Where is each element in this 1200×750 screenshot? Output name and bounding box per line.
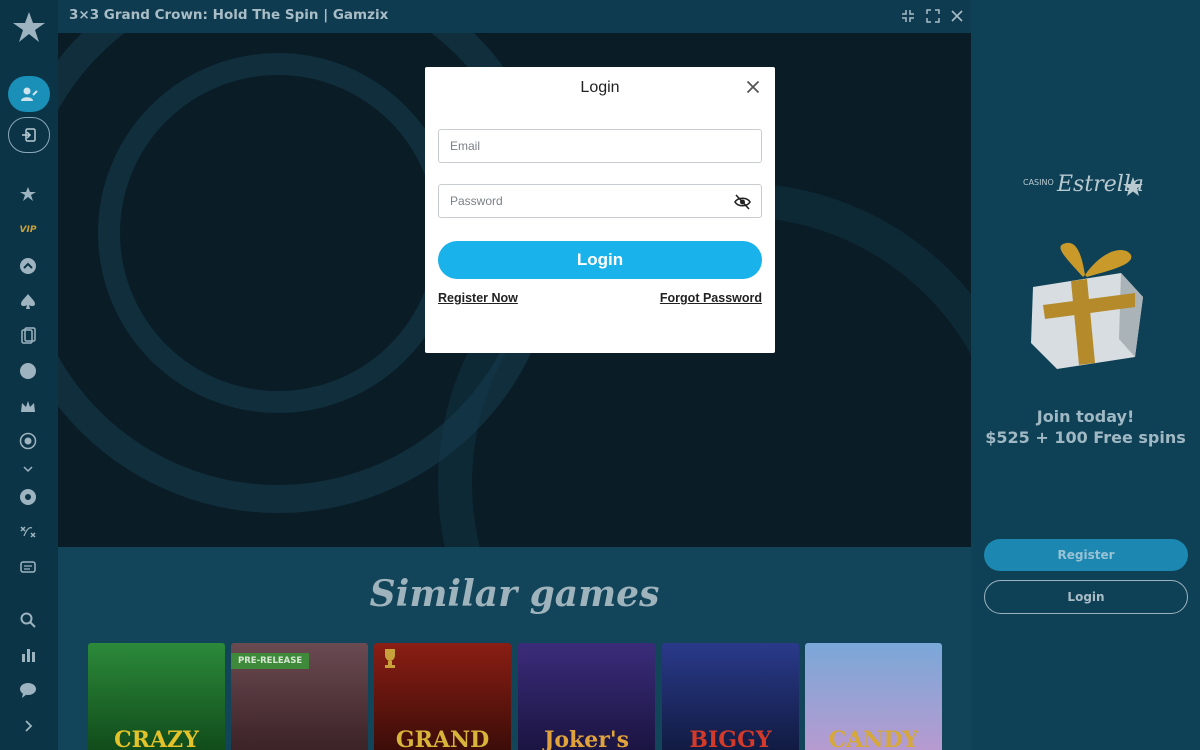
modal-title: Login — [580, 79, 620, 96]
password-field[interactable] — [438, 184, 762, 218]
game-tile-label: GRAND — [395, 727, 490, 750]
eye-slash-icon[interactable] — [734, 194, 751, 210]
roulette-icon[interactable] — [17, 430, 39, 452]
brand-star-icon — [1123, 177, 1143, 196]
vip-label: VIP — [19, 225, 37, 235]
pre-release-badge: PRE-RELEASE — [231, 653, 310, 669]
forgot-password-link[interactable]: Forgot Password — [660, 291, 762, 305]
game-tile-label: CRAZY — [114, 727, 199, 750]
gift-box-image — [1031, 242, 1143, 369]
game-tile[interactable]: Joker's — [518, 643, 655, 750]
game-tile[interactable]: BIGGY — [662, 643, 799, 750]
game-tile-label: CANDY — [828, 727, 919, 750]
soccer-icon[interactable] — [17, 486, 39, 508]
login-modal: Login Login Register Now Forgot Password — [425, 67, 775, 353]
game-tile[interactable]: CRAZY — [88, 643, 225, 750]
ticket-icon[interactable] — [17, 556, 39, 578]
left-sidebar: VIP — [0, 0, 58, 750]
login-button[interactable]: Login — [984, 580, 1188, 614]
email-input[interactable] — [439, 130, 761, 162]
login-submit-button[interactable]: Login — [438, 241, 762, 279]
register-button[interactable]: Register — [984, 539, 1188, 571]
game-tile-label: BIGGY — [689, 727, 772, 750]
promo-text: Join today! $525 + 100 Free spins — [971, 406, 1200, 448]
user-register-button[interactable] — [8, 76, 50, 112]
similar-games-section: Similar games CRAZY PRE-RELEASE GRAND Jo… — [58, 547, 971, 750]
stats-icon[interactable] — [17, 644, 39, 666]
register-now-link[interactable]: Register Now — [438, 291, 518, 305]
game-tile[interactable]: GRAND — [374, 643, 511, 750]
close-icon[interactable] — [746, 80, 760, 94]
spade-icon[interactable] — [17, 290, 39, 312]
game-header: 3×3 Grand Crown: Hold The Spin | Gamzix — [58, 0, 971, 33]
sign-in-icon — [22, 128, 36, 142]
up-arrow-icon[interactable] — [17, 255, 39, 277]
promo-headline: Join today! — [1036, 407, 1135, 426]
cards-icon[interactable] — [17, 325, 39, 347]
user-add-icon — [21, 87, 38, 101]
brand-prefix: CASINO — [1023, 178, 1054, 187]
new-icon[interactable] — [17, 360, 39, 382]
game-title: 3×3 Grand Crown: Hold The Spin | Gamzix — [69, 7, 389, 23]
crown-icon[interactable] — [17, 396, 39, 418]
chevron-down-icon[interactable] — [17, 458, 39, 480]
star-icon[interactable] — [17, 183, 39, 205]
email-field[interactable] — [438, 129, 762, 163]
close-game-icon[interactable] — [950, 9, 964, 23]
sign-in-button[interactable] — [8, 117, 50, 153]
fullscreen-icon[interactable] — [926, 9, 940, 23]
trophy-icon — [385, 649, 395, 668]
logo-star-icon[interactable] — [12, 10, 46, 44]
password-input[interactable] — [439, 185, 761, 217]
tactics-icon[interactable] — [17, 521, 39, 543]
similar-games-title: Similar games — [369, 573, 660, 615]
game-tile[interactable]: PRE-RELEASE — [231, 643, 368, 750]
chat-icon[interactable] — [17, 679, 39, 701]
promo-panel: CASINO Estrella Join today! $525 + 100 F… — [971, 0, 1200, 750]
promo-offer: $525 + 100 Free spins — [985, 428, 1186, 447]
swirl-decoration — [98, 53, 458, 413]
minimize-icon[interactable] — [901, 9, 915, 23]
chevron-right-icon[interactable] — [17, 715, 39, 737]
vip-icon[interactable]: VIP — [17, 219, 39, 241]
game-tile[interactable]: CANDY — [805, 643, 942, 750]
search-icon[interactable] — [17, 609, 39, 631]
game-tile-label: Joker's — [543, 727, 630, 750]
